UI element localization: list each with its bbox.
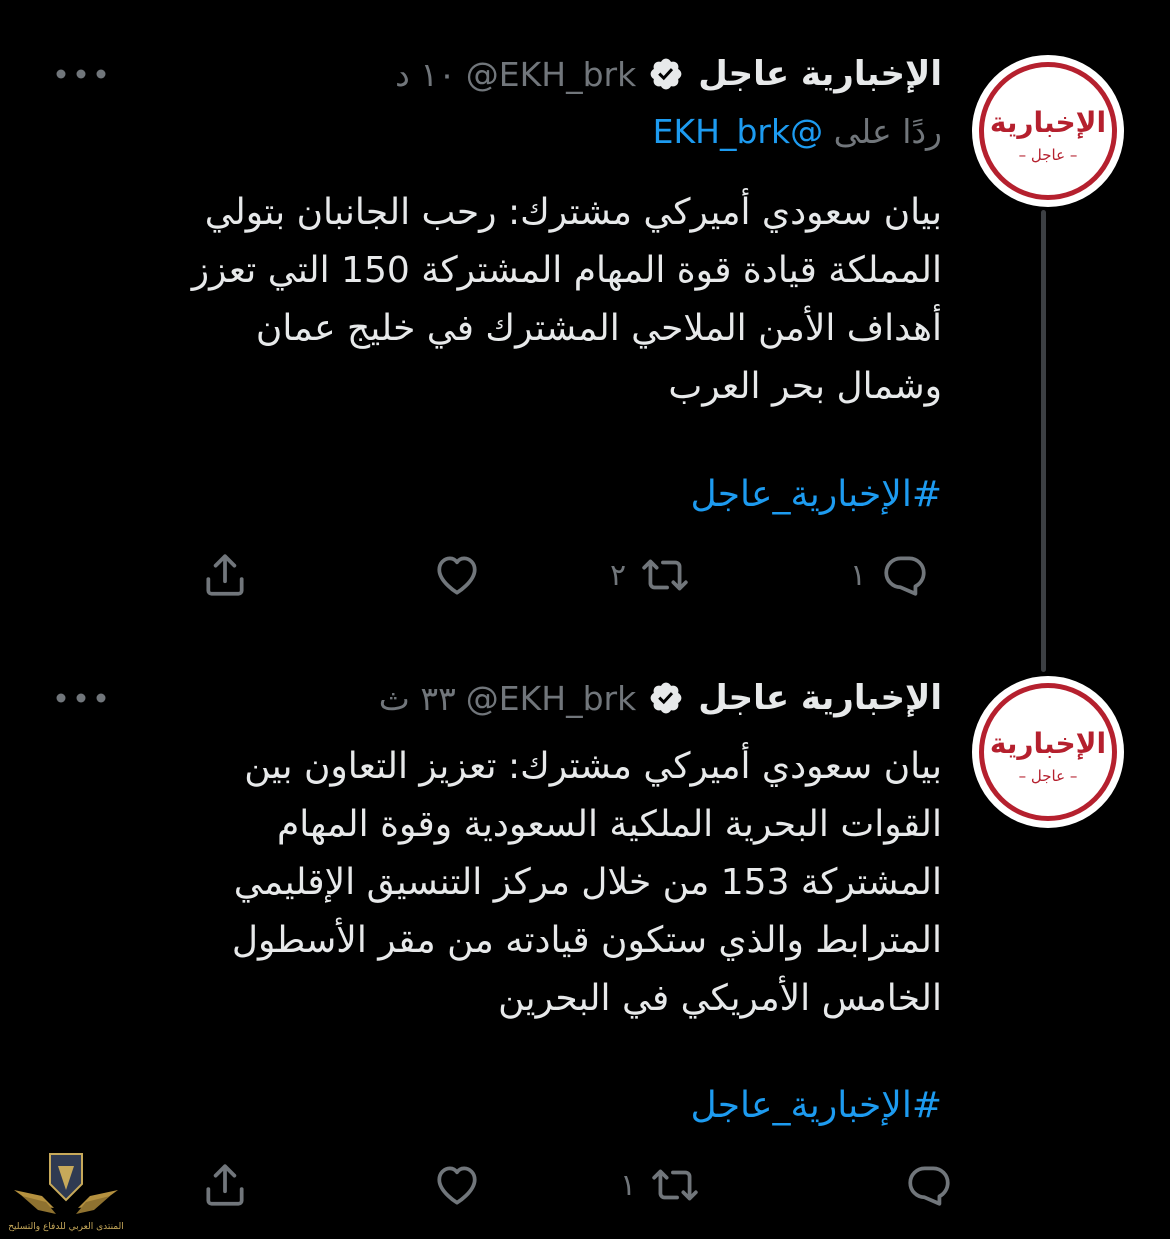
tweet-actions: ١ [180,1155,960,1215]
hashtag[interactable]: #الإخبارية_عاجل [691,1085,942,1126]
tweet[interactable]: الإخبارية – عاجل – الإخبارية عاجل @EKH_b… [0,0,1170,660]
handle[interactable]: @EKH_brk [466,679,636,718]
handle[interactable]: @EKH_brk [466,55,636,94]
tweet-text: بيان سعودي أميركي مشترك: رحب الجانبان بت… [191,192,942,407]
reply-count: ١ [850,557,867,593]
avatar-logo-subtext: – عاجل – [1018,767,1078,785]
more-icon[interactable] [52,64,110,84]
reply-icon [908,1166,950,1206]
avatar-logo-text: الإخبارية [989,106,1107,139]
share-icon [206,554,244,596]
share-button[interactable] [200,545,250,605]
timestamp[interactable]: ١٠ د [395,55,456,94]
reply-context: ردًا على @EKH_brk [653,112,942,151]
like-icon [437,556,477,595]
avatar[interactable]: الإخبارية – عاجل – [972,55,1124,207]
tweet-actions: ١ ٢ [180,545,960,605]
retweet-button[interactable]: ٢ [610,545,690,605]
verified-icon [650,58,682,90]
reply-prefix: ردًا على [833,112,942,151]
tweet-header: الإخبارية عاجل @EKH_brk ٣٣ ث [379,672,942,724]
avatar-logo-text: الإخبارية [989,727,1107,760]
reply-icon [884,556,926,596]
retweet-icon [652,1169,698,1201]
retweet-button[interactable]: ١ [620,1155,700,1215]
forum-watermark: المنتدى العربي للدفاع والتسليح [6,1150,126,1236]
share-button[interactable] [200,1155,250,1215]
timestamp[interactable]: ٣٣ ث [379,679,456,718]
display-name[interactable]: الإخبارية عاجل [698,678,942,718]
like-button[interactable] [432,545,482,605]
thread-connector-line [1041,210,1046,672]
watermark-text: المنتدى العربي للدفاع والتسليح [8,1222,124,1232]
tweet[interactable]: الإخبارية – عاجل – الإخبارية عاجل @EKH_b… [0,660,1170,1239]
reply-button[interactable]: ١ [850,545,930,605]
watermark-emblem-icon [14,1153,118,1214]
retweet-count: ١ [620,1167,637,1203]
retweet-count: ٢ [610,557,627,593]
reply-handle[interactable]: @EKH_brk [653,112,823,151]
retweet-icon [642,559,688,591]
tweet-text: بيان سعودي أميركي مشترك: تعزيز التعاون ب… [231,746,942,1019]
like-button[interactable] [432,1155,482,1215]
more-icon[interactable] [52,688,110,708]
share-icon [206,1164,244,1206]
reply-button[interactable] [890,1155,954,1215]
tweet-header: الإخبارية عاجل @EKH_brk ١٠ د [395,48,942,100]
verified-icon [650,682,682,714]
display-name[interactable]: الإخبارية عاجل [698,54,942,94]
avatar[interactable]: الإخبارية – عاجل – [972,676,1124,828]
like-icon [437,1166,477,1205]
avatar-logo-subtext: – عاجل – [1018,146,1078,164]
hashtag[interactable]: #الإخبارية_عاجل [691,474,942,515]
